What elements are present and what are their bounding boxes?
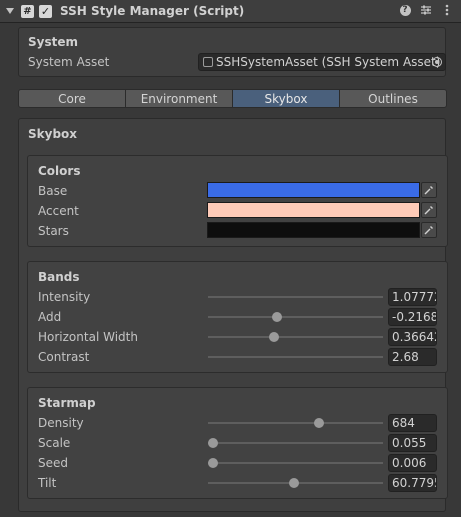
- skybox-title: Skybox: [28, 127, 78, 141]
- tab-skybox[interactable]: Skybox: [232, 89, 340, 108]
- starmap-seed-slider-track[interactable]: [208, 462, 383, 464]
- color-accent-label: Accent: [38, 204, 79, 218]
- starmap-density-label: Density: [38, 416, 84, 430]
- eyedropper-icon[interactable]: [421, 202, 437, 218]
- system-asset-field[interactable]: SSHSystemAsset (SSH System Asset): [198, 53, 446, 71]
- starmap-seed-field[interactable]: 0.006: [388, 454, 437, 472]
- system-asset-value: SSHSystemAsset (SSH System Asset): [216, 55, 441, 69]
- starmap-seed-slider-thumb[interactable]: [208, 458, 218, 468]
- system-title: System: [28, 35, 78, 49]
- bands-add-slider-track[interactable]: [208, 316, 383, 318]
- component-header[interactable]: # ✓ SSH Style Manager (Script) ?: [0, 0, 461, 23]
- color-base-label: Base: [38, 184, 68, 198]
- script-icon: #: [21, 4, 34, 18]
- starmap-density-slider-thumb[interactable]: [313, 418, 324, 428]
- bands-add-label: Add: [38, 310, 62, 324]
- asset-icon: [203, 57, 213, 67]
- tab-core[interactable]: Core: [18, 89, 126, 108]
- system-asset-label: System Asset: [28, 55, 110, 69]
- color-stars-label: Stars: [38, 224, 69, 238]
- color-stars-swatch[interactable]: [207, 222, 420, 238]
- starmap-tilt-slider-thumb[interactable]: [288, 478, 299, 488]
- bands-horizontal-width-field[interactable]: 0.366422: [388, 328, 437, 346]
- color-base-swatch[interactable]: [207, 182, 420, 198]
- starmap-title: Starmap: [38, 396, 96, 410]
- object-picker-icon[interactable]: [432, 57, 442, 67]
- bands-intensity-label: Intensity: [38, 290, 91, 304]
- starmap-scale-slider-thumb[interactable]: [208, 438, 218, 448]
- bands-horizontal-width-slider-track[interactable]: [208, 336, 383, 338]
- bands-add-field[interactable]: -0.21688: [388, 308, 437, 326]
- bands-intensity-field[interactable]: 1.07772: [388, 288, 437, 306]
- starmap-scale-field[interactable]: 0.055: [388, 434, 437, 452]
- presets-icon[interactable]: [419, 3, 433, 17]
- bands-horizontal-width-slider-thumb[interactable]: [269, 332, 280, 342]
- help-icon[interactable]: ?: [398, 3, 412, 17]
- eyedropper-icon[interactable]: [421, 222, 437, 238]
- tab-environment[interactable]: Environment: [125, 89, 233, 108]
- starmap-tilt-label: Tilt: [38, 476, 57, 490]
- component-title: SSH Style Manager (Script): [60, 4, 245, 18]
- bands-contrast-label: Contrast: [38, 350, 90, 364]
- enable-checkbox[interactable]: ✓: [39, 4, 52, 18]
- bands-contrast-field[interactable]: 2.68: [388, 348, 437, 366]
- color-accent-swatch[interactable]: [207, 202, 420, 218]
- starmap-scale-label: Scale: [38, 436, 71, 450]
- bands-contrast-slider-track[interactable]: [208, 356, 383, 358]
- tab-bar: Core Environment Skybox Outlines: [18, 89, 447, 108]
- starmap-scale-slider-track[interactable]: [208, 442, 383, 444]
- starmap-tilt-field[interactable]: 60.7795: [388, 474, 437, 492]
- bands-title: Bands: [38, 270, 80, 284]
- colors-title: Colors: [38, 164, 81, 178]
- menu-icon[interactable]: [440, 3, 454, 17]
- bands-intensity-slider-track[interactable]: [208, 296, 383, 298]
- starmap-density-field[interactable]: 684: [388, 414, 437, 432]
- tab-outlines[interactable]: Outlines: [339, 89, 447, 108]
- eyedropper-icon[interactable]: [421, 182, 437, 198]
- foldout-arrow-icon[interactable]: [6, 8, 14, 14]
- starmap-seed-label: Seed: [38, 456, 68, 470]
- starmap-density-slider-track[interactable]: [208, 422, 383, 424]
- bands-horizontal-width-label: Horizontal Width: [38, 330, 138, 344]
